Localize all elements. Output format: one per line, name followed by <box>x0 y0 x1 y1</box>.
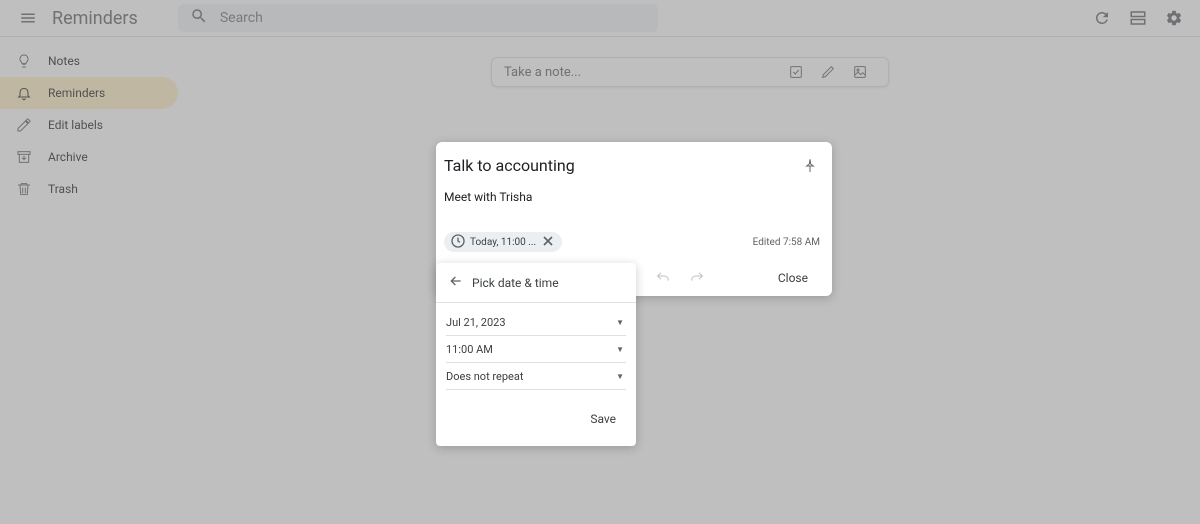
pin-button[interactable] <box>800 156 820 180</box>
back-button[interactable] <box>448 273 464 292</box>
repeat-field[interactable]: Does not repeat ▼ <box>446 363 626 390</box>
save-button[interactable]: Save <box>582 408 624 430</box>
popover-title: Pick date & time <box>472 276 559 290</box>
date-field[interactable]: Jul 21, 2023 ▼ <box>446 309 626 336</box>
chip-remove-button[interactable] <box>540 233 556 252</box>
repeat-value: Does not repeat <box>446 370 523 383</box>
dropdown-icon: ▼ <box>616 318 624 327</box>
time-value: 11:00 AM <box>446 343 493 356</box>
note-body[interactable]: Meet with Trisha <box>444 190 820 204</box>
undo-button <box>646 264 680 292</box>
note-title[interactable]: Talk to accounting <box>444 156 800 175</box>
close-button[interactable]: Close <box>758 262 828 294</box>
dropdown-icon: ▼ <box>616 345 624 354</box>
date-value: Jul 21, 2023 <box>446 316 506 329</box>
dropdown-icon: ▼ <box>616 372 624 381</box>
redo-button <box>680 264 714 292</box>
reminder-chip[interactable]: Today, 11:00 ... <box>444 232 562 252</box>
time-field[interactable]: 11:00 AM ▼ <box>446 336 626 363</box>
edited-timestamp: Edited 7:58 AM <box>753 237 820 248</box>
datetime-popover: Pick date & time Jul 21, 2023 ▼ 11:00 AM… <box>436 263 636 446</box>
chip-label: Today, 11:00 ... <box>470 237 536 248</box>
clock-icon <box>450 233 466 252</box>
